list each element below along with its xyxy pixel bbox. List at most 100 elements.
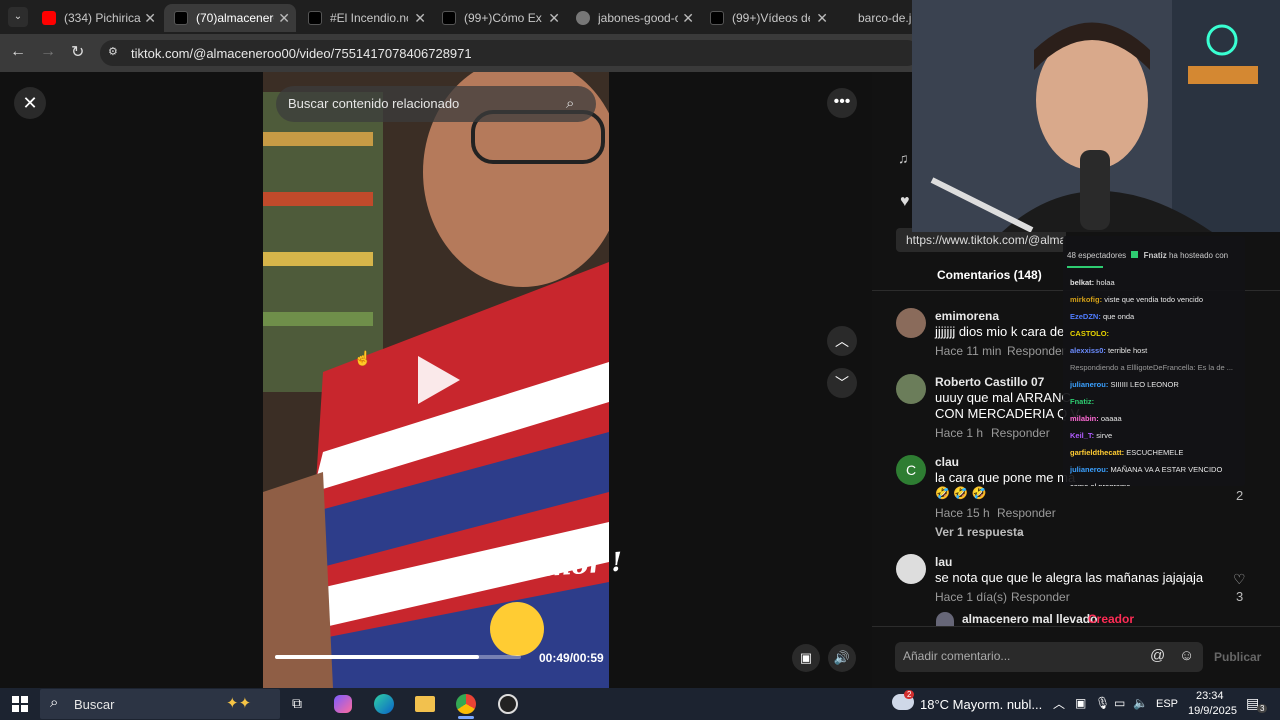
comment-avatar[interactable]	[896, 374, 926, 404]
play-icon[interactable]	[418, 356, 460, 404]
close-icon[interactable]: ✕	[682, 10, 694, 27]
view-replies-button[interactable]: Ver 1 respuesta	[935, 525, 1024, 539]
reply-button[interactable]: Responder	[1011, 590, 1070, 604]
chat-username[interactable]: belkat:	[1070, 278, 1094, 287]
comment-time: Hace 15 h	[935, 506, 990, 520]
microphone-icon[interactable]: 🎙	[1095, 696, 1110, 710]
close-icon[interactable]: ✕	[414, 10, 426, 27]
weather-text[interactable]: 18°C Mayorm. nubl...	[920, 697, 1042, 712]
creator-avatar[interactable]	[936, 612, 954, 626]
tab-5[interactable]: (99+)Vídeos de ✕	[700, 4, 834, 32]
copilot-icon[interactable]	[334, 695, 352, 713]
edge-icon[interactable]	[374, 694, 394, 714]
close-icon[interactable]: ✕	[548, 10, 560, 27]
close-icon[interactable]: ✕	[144, 10, 156, 27]
chat-username[interactable]: milabin:	[1070, 414, 1099, 423]
comment-time: Hace 11 min	[935, 344, 1002, 358]
chat-username[interactable]: Keil_T:	[1070, 431, 1094, 440]
webcam-frame	[912, 0, 1280, 232]
tab-4[interactable]: jabones-good-c ✕	[566, 4, 700, 32]
related-search-input[interactable]: Buscar contenido relacionado	[288, 96, 459, 111]
tab-label: (99+)Cómo Extr	[464, 11, 542, 25]
chat-username[interactable]: mirkofig:	[1070, 295, 1102, 304]
prev-video-button[interactable]: ︿	[827, 326, 857, 356]
clock-date[interactable]: 19/9/2025	[1188, 705, 1237, 717]
chat-messages: belkat: holaa mirkofig: viste que vendia …	[1070, 274, 1242, 486]
reload-button[interactable]: ↻	[71, 42, 84, 62]
comment-user[interactable]: clau	[935, 455, 959, 469]
forward-button[interactable]: →	[40, 43, 56, 61]
webcam-overlay	[912, 0, 1280, 232]
next-video-button[interactable]: ﹀	[827, 368, 857, 398]
creator-tag-dot: ·	[1082, 612, 1086, 626]
like-icon[interactable]: ♥	[900, 193, 910, 211]
chat-text: holaa	[1096, 278, 1115, 287]
tab-1[interactable]: (70)almacenero ✕	[164, 4, 296, 32]
chat-text: como el programa	[1070, 482, 1130, 486]
chat-username[interactable]: CASTOLO:	[1070, 329, 1109, 338]
chat-username[interactable]: garfieldthecatt:	[1070, 448, 1124, 457]
tab-label: (334) Pichirica Ja	[64, 11, 142, 25]
chevron-down-icon: ﹀	[835, 375, 849, 391]
close-icon[interactable]: ✕	[816, 10, 828, 27]
taskbar-search-label[interactable]: Buscar	[74, 697, 114, 712]
comment-time: Hace 1 día(s)	[935, 590, 1008, 604]
close-video-button[interactable]: ✕	[14, 87, 46, 119]
volume-icon[interactable]: 🔈	[1133, 696, 1148, 710]
tab-label: (70)almacenero	[196, 11, 274, 25]
more-options-button[interactable]: •••	[827, 88, 857, 118]
mention-icon[interactable]: @	[1150, 647, 1165, 664]
chat-text: MAÑANA VA A ESTAR VENCIDO	[1110, 465, 1223, 474]
globe-icon	[576, 11, 590, 25]
task-view-icon[interactable]: ⧉	[292, 695, 302, 712]
tab-search-dropdown[interactable]: ⌄	[8, 7, 28, 27]
add-comment-input[interactable]: Añadir comentario...	[903, 649, 1010, 663]
comments-tab[interactable]: Comentarios (148)	[937, 268, 1042, 282]
heart-icon[interactable]: ♡	[1233, 571, 1246, 588]
network-icon[interactable]: ▭	[1114, 696, 1125, 710]
emoji-icon[interactable]: ☺	[1179, 647, 1194, 664]
video-time: 00:49/00:59	[539, 651, 604, 665]
tab-3[interactable]: (99+)Cómo Extr ✕	[432, 4, 566, 32]
close-icon[interactable]: ✕	[278, 10, 290, 27]
publish-button[interactable]: Publicar	[1214, 650, 1261, 664]
comment-user[interactable]: lau	[935, 555, 952, 569]
progress-track[interactable]	[275, 655, 521, 659]
comment-emoji: 🤣 🤣 🤣	[935, 486, 987, 500]
tab-0[interactable]: (334) Pichirica Ja ✕	[32, 4, 162, 32]
chat-host-text: ha hosteado con	[1168, 251, 1229, 260]
comment-avatar[interactable]: C	[896, 455, 926, 485]
tray-app-icon[interactable]: ▣	[1075, 696, 1086, 710]
comment-avatar[interactable]	[896, 554, 926, 584]
site-info-icon[interactable]: ⚙	[108, 45, 122, 59]
picture-in-picture-icon: ▣	[799, 650, 813, 665]
back-button[interactable]: ←	[10, 43, 26, 61]
chat-username[interactable]: EzeDZN:	[1070, 312, 1101, 321]
chrome-icon[interactable]	[456, 694, 476, 714]
chat-username[interactable]: alexxiss0:	[1070, 346, 1106, 355]
chat-divider	[1067, 266, 1103, 268]
reply-button[interactable]: Responder	[997, 506, 1056, 520]
comment-avatar[interactable]	[896, 308, 926, 338]
chat-username[interactable]: julianerou:	[1070, 465, 1108, 474]
clock-time[interactable]: 23:34	[1196, 690, 1224, 702]
language-indicator[interactable]: ESP	[1156, 698, 1178, 710]
chat-username[interactable]: julianerou:	[1070, 380, 1108, 389]
file-explorer-icon[interactable]	[415, 696, 435, 712]
tab-6[interactable]: barco-de.jpe	[848, 4, 918, 32]
search-icon[interactable]: ⌕	[566, 95, 574, 112]
obs-icon[interactable]	[498, 694, 518, 714]
creator-reply-user[interactable]: almacenero mal llevado	[962, 612, 1097, 626]
ellipsis-icon: •••	[833, 93, 851, 110]
comment-user[interactable]: Roberto Castillo 07	[935, 375, 1044, 389]
chat-username[interactable]: Fnatiz:	[1070, 397, 1094, 406]
pip-button[interactable]: ▣	[792, 644, 820, 672]
tray-chevron-icon[interactable]: ︿	[1053, 695, 1065, 712]
volume-button[interactable]: 🔊	[828, 644, 856, 672]
tab-label: barco-de.jpe	[858, 11, 918, 25]
tab-2[interactable]: #El Incendio.no ✕	[298, 4, 432, 32]
windows-start-icon[interactable]	[12, 696, 28, 712]
reply-button[interactable]: Responder	[991, 426, 1050, 440]
reply-button[interactable]: Responder	[1007, 344, 1066, 358]
comment-user[interactable]: emimorena	[935, 309, 999, 323]
